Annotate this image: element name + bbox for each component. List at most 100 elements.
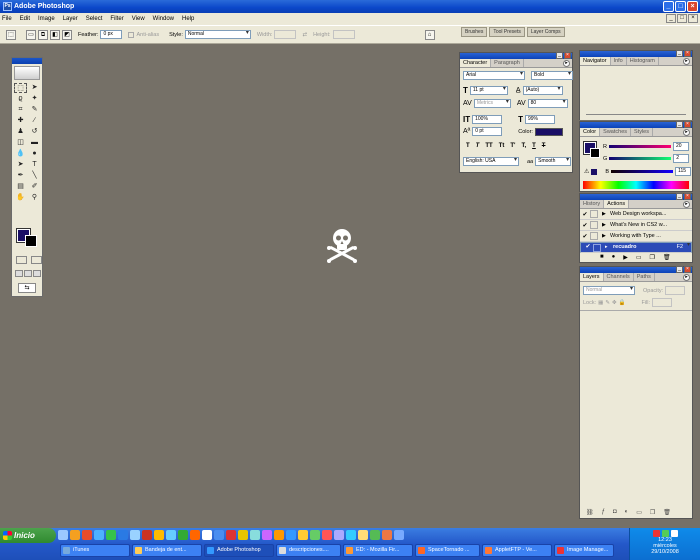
type-tool[interactable]: T (28, 160, 41, 170)
dialog-toggle[interactable] (590, 232, 598, 240)
blend-mode-select[interactable]: Normal (583, 286, 635, 295)
close-button[interactable]: × (687, 1, 698, 12)
minimize-button[interactable]: _ (663, 1, 674, 12)
panel-close-button[interactable]: × (684, 50, 691, 57)
antialias-select[interactable]: Smooth (535, 157, 572, 166)
move-tool[interactable]: ➤ (28, 83, 41, 93)
underline-button[interactable]: T (532, 143, 536, 149)
panel-menu-icon[interactable]: ▸ (683, 274, 690, 281)
quick-launch-icon[interactable] (238, 530, 248, 540)
lock-transparency-icon[interactable]: ▦ (598, 300, 603, 306)
green-input[interactable]: 2 (673, 154, 690, 163)
quick-launch-icon[interactable] (82, 530, 92, 540)
quick-launch-icon[interactable] (298, 530, 308, 540)
task-button[interactable]: ED: - Mozilla Fir... (343, 544, 413, 557)
collapse-arrow-icon[interactable]: ▸ (605, 244, 613, 251)
tab-styles[interactable]: Styles (631, 128, 653, 136)
quick-launch-icon[interactable] (214, 530, 224, 540)
layer-style-icon[interactable]: ƒ (602, 509, 605, 516)
panel-menu-icon[interactable]: ▸ (683, 58, 690, 65)
imageready-icon[interactable]: ⇆ (18, 283, 36, 293)
well-tab-layer-comps[interactable]: Layer Comps (526, 27, 565, 37)
action-item-selected[interactable]: ✔ ▸ recuadro F2 (580, 242, 692, 253)
menu-filter[interactable]: Filter (110, 16, 123, 22)
doc-minimize-button[interactable]: _ (666, 14, 676, 23)
blur-tool[interactable]: 💧 (14, 149, 27, 159)
eraser-tool[interactable]: ◫ (14, 138, 27, 148)
toolbox-header[interactable] (12, 58, 42, 64)
panel-menu-icon[interactable]: ▸ (563, 60, 570, 67)
kerning-select[interactable]: Metrics (473, 99, 511, 108)
link-layers-icon[interactable]: ⛓ (586, 509, 594, 516)
tab-paths[interactable]: Paths (634, 273, 655, 281)
task-button[interactable]: Adobe Photoshop (204, 544, 274, 557)
lock-all-icon[interactable]: 🔒 (619, 300, 626, 306)
quick-launch-icon[interactable] (394, 530, 404, 540)
faux-italic-button[interactable]: T (476, 143, 480, 149)
slice-tool[interactable]: ✎ (28, 105, 41, 115)
quick-launch-icon[interactable] (322, 530, 332, 540)
well-tab-brushes[interactable]: Brushes (461, 27, 488, 37)
task-button[interactable]: iTunes (60, 544, 130, 557)
menu-layer[interactable]: Layer (63, 16, 78, 22)
vertical-scale-input[interactable]: 100% (472, 115, 503, 124)
task-button[interactable]: SpaceTornado ... (415, 544, 480, 557)
panel-close-button[interactable]: × (684, 266, 691, 273)
quick-launch-icon[interactable] (178, 530, 188, 540)
adobe-feather-icon[interactable] (14, 66, 40, 80)
action-set[interactable]: ✔ ▶ What's New in CS2 w... (580, 220, 692, 231)
tab-paragraph[interactable]: Paragraph (491, 59, 524, 67)
hand-tool[interactable]: ✋ (14, 193, 27, 203)
quick-launch-icon[interactable] (118, 530, 128, 540)
tab-swatches[interactable]: Swatches (600, 128, 632, 136)
quick-launch-icon[interactable] (346, 530, 356, 540)
horizontal-scale-input[interactable]: 99% (525, 115, 555, 124)
tab-color[interactable]: Color (580, 128, 601, 136)
new-set-icon[interactable]: ▭ (636, 254, 642, 261)
font-size-select[interactable]: 11 pt (469, 86, 508, 95)
font-family-select[interactable]: Arial (463, 71, 525, 80)
dialog-toggle[interactable] (590, 221, 598, 229)
quick-launch-icon[interactable] (382, 530, 392, 540)
checkmark-icon[interactable]: ✔ (583, 244, 593, 251)
font-style-select[interactable]: Bold (531, 71, 573, 80)
style-select[interactable]: Normal (184, 30, 251, 39)
crop-tool[interactable]: ⌗ (14, 105, 27, 115)
quick-launch-icon[interactable] (202, 530, 212, 540)
delete-layer-icon[interactable]: 🗑 (663, 509, 671, 516)
action-set[interactable]: ✔ ▶ Web Design workspa... (580, 209, 692, 220)
panel-minimize-button[interactable]: _ (556, 52, 563, 59)
panel-minimize-button[interactable]: _ (676, 121, 683, 128)
zoom-tool[interactable]: ⚲ (28, 193, 41, 203)
quick-mask-mode-icon[interactable] (31, 256, 42, 264)
lasso-tool[interactable]: ϱ (14, 94, 27, 104)
layer-mask-icon[interactable]: ◘ (613, 509, 617, 516)
panel-minimize-button[interactable]: _ (676, 50, 683, 57)
notes-tool[interactable]: ▤ (14, 182, 27, 192)
screen-mode-standard-icon[interactable] (15, 270, 23, 277)
new-group-icon[interactable]: ▭ (636, 509, 642, 516)
screen-mode-full-icon[interactable] (33, 270, 41, 277)
panel-close-button[interactable]: × (684, 121, 691, 128)
green-slider[interactable] (609, 157, 672, 160)
quick-launch-icon[interactable] (310, 530, 320, 540)
tracking-select[interactable]: 80 (527, 99, 568, 108)
quick-launch-icon[interactable] (130, 530, 140, 540)
text-color-swatch[interactable] (534, 127, 563, 136)
panel-close-button[interactable]: × (684, 193, 691, 200)
lock-position-icon[interactable]: ✥ (612, 300, 617, 306)
menu-view[interactable]: View (132, 16, 145, 22)
panel-menu-icon[interactable]: ▸ (683, 201, 690, 208)
dodge-tool[interactable]: ● (28, 149, 41, 159)
language-select[interactable]: English: USA (463, 157, 519, 166)
antialias-checkbox[interactable] (128, 31, 135, 38)
all-caps-button[interactable]: TT (485, 143, 492, 149)
checkmark-icon[interactable]: ✔ (580, 211, 590, 218)
dialog-toggle[interactable] (593, 243, 601, 252)
quick-launch-icon[interactable] (142, 530, 152, 540)
small-caps-button[interactable]: Tt (499, 143, 505, 149)
quick-launch-icon[interactable] (286, 530, 296, 540)
marquee-tool-icon[interactable]: ⬚ (6, 29, 16, 40)
menu-file[interactable]: File (2, 16, 12, 22)
feather-input[interactable]: 0 px (100, 30, 123, 39)
